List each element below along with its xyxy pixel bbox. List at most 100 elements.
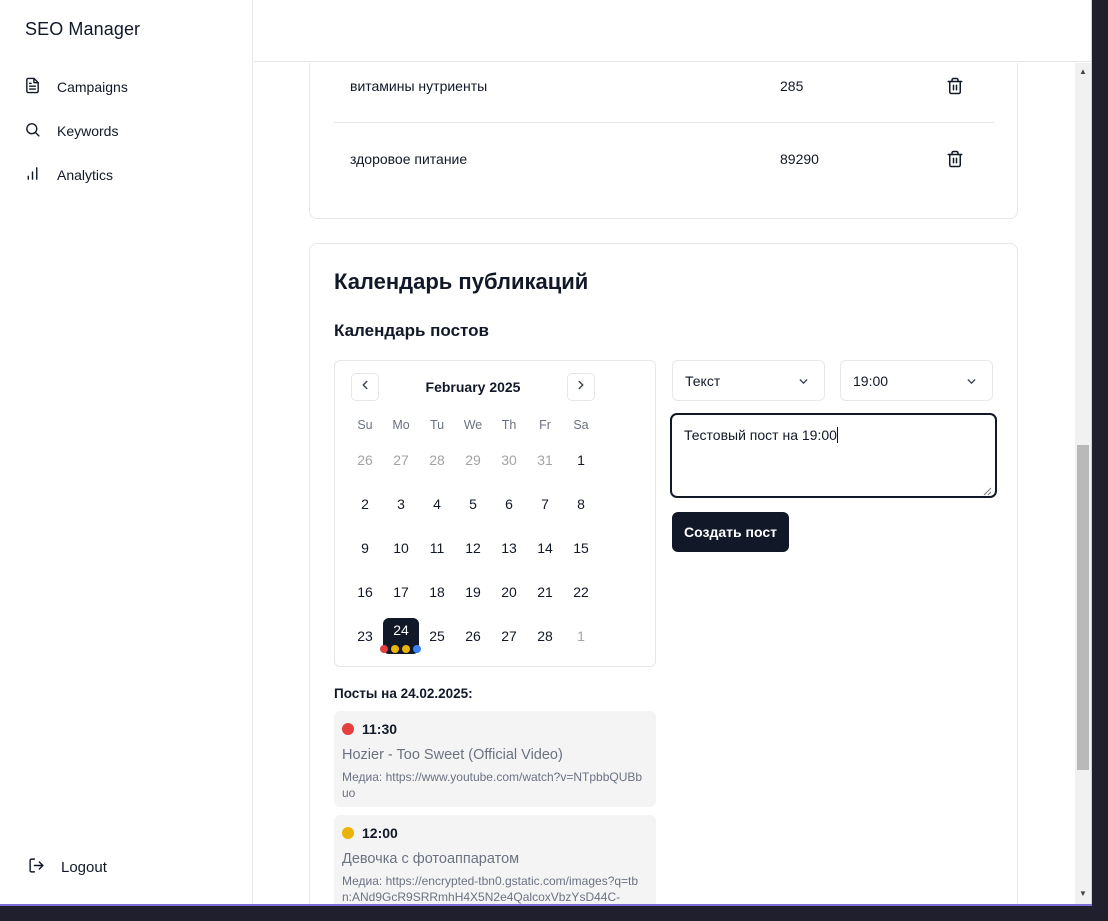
logout-icon xyxy=(28,857,45,878)
weekday-label: Tu xyxy=(429,418,445,432)
logout-button[interactable]: Logout xyxy=(28,857,107,878)
weekday-label: Fr xyxy=(539,418,551,432)
trash-icon[interactable] xyxy=(946,150,964,168)
calendar-day[interactable]: 17 xyxy=(383,574,419,610)
sidebar-item-label: Campaigns xyxy=(57,79,128,95)
post-item[interactable]: 12:00 Девочка с фотоаппаратом Медиа: htt… xyxy=(334,815,656,904)
brand-title: SEO Manager xyxy=(25,19,141,39)
calendar-day[interactable]: 6 xyxy=(491,486,527,522)
post-media: Медиа: https://www.youtube.com/watch?v=N… xyxy=(342,770,643,800)
post-indicator-dot xyxy=(402,645,410,653)
calendar-day[interactable]: 21 xyxy=(527,574,563,610)
create-post-button[interactable]: Создать пост xyxy=(672,512,789,552)
chevron-right-icon xyxy=(574,378,588,397)
sidebar: SEO Manager Campaigns Keywords Analytics… xyxy=(0,0,253,906)
weekday-label: Sa xyxy=(573,418,589,432)
table-row: здоровое питание 89290 xyxy=(334,123,994,195)
calendar-day[interactable]: 19 xyxy=(455,574,491,610)
weekday-label: We xyxy=(463,418,483,432)
post-indicator-dot xyxy=(380,645,388,653)
search-icon xyxy=(24,121,41,141)
weekday-label: Th xyxy=(501,418,517,432)
calendar-day[interactable]: 4 xyxy=(419,486,455,522)
calendar-day[interactable]: 31 xyxy=(527,442,563,478)
calendar-day[interactable]: 25 xyxy=(419,618,455,654)
sidebar-item-campaigns[interactable]: Campaigns xyxy=(24,75,128,99)
calendar-day[interactable]: 2 xyxy=(347,486,383,522)
scroll-down-icon[interactable]: ▼ xyxy=(1078,889,1088,899)
calendar-day[interactable]: 8 xyxy=(563,486,599,522)
post-title: Hozier - Too Sweet (Official Video) xyxy=(342,747,563,763)
keyword-cell: здоровое питание xyxy=(350,151,468,167)
section-title: Календарь публикаций xyxy=(334,269,589,294)
calendar-day[interactable]: 29 xyxy=(455,442,491,478)
keywords-card: витамины нутриенты 285 здоровое питание … xyxy=(309,63,1018,219)
text-caret xyxy=(836,427,838,443)
calendar-day[interactable]: 10 xyxy=(383,530,419,566)
section-subtitle: Календарь постов xyxy=(334,321,489,340)
weekday-label: Su xyxy=(357,418,373,432)
calendar-day[interactable]: 3 xyxy=(383,486,419,522)
post-color-dot xyxy=(342,827,354,839)
publication-calendar-card: Календарь публикаций Календарь постов Fe… xyxy=(309,243,1018,904)
post-time: 12:00 xyxy=(362,825,398,841)
post-media: Медиа: https://encrypted-tbn0.gstatic.co… xyxy=(342,874,639,904)
sidebar-item-label: Analytics xyxy=(57,167,114,183)
sidebar-item-analytics[interactable]: Analytics xyxy=(24,163,113,187)
document-icon xyxy=(24,77,41,97)
day-post-dots xyxy=(380,645,421,653)
desktop-background xyxy=(1092,0,1108,921)
trash-icon[interactable] xyxy=(946,77,964,95)
post-type-value: Текст xyxy=(685,372,721,389)
calendar-day[interactable]: 11 xyxy=(419,530,455,566)
post-text-area[interactable]: Тестовый пост на 19:00 xyxy=(670,413,997,498)
post-time-row: 12:00 xyxy=(342,825,648,841)
calendar-day[interactable]: 27 xyxy=(491,618,527,654)
sidebar-item-keywords[interactable]: Keywords xyxy=(24,119,118,143)
post-time-row: 11:30 xyxy=(342,721,648,737)
calendar-day[interactable]: 26 xyxy=(347,442,383,478)
calendar-day[interactable]: 16 xyxy=(347,574,383,610)
main-content: витамины нутриенты 285 здоровое питание … xyxy=(254,63,1076,904)
calendar-day[interactable]: 27 xyxy=(383,442,419,478)
calendar-day[interactable]: 14 xyxy=(527,530,563,566)
next-month-button[interactable] xyxy=(567,373,595,401)
calendar-day[interactable]: 30 xyxy=(491,442,527,478)
post-title: Девочка с фотоаппаратом xyxy=(342,851,520,867)
keyword-cell: витамины нутриенты xyxy=(350,78,488,94)
post-type-select[interactable]: Текст xyxy=(672,360,825,401)
calendar-day[interactable]: 23 xyxy=(347,618,383,654)
calendar-day[interactable]: 1 xyxy=(563,442,599,478)
calendar-day[interactable]: 15 xyxy=(563,530,599,566)
calendar-day[interactable]: 7 xyxy=(527,486,563,522)
calendar-day[interactable]: 1 xyxy=(563,618,599,654)
scroll-up-icon[interactable]: ▲ xyxy=(1078,67,1088,77)
calendar-day[interactable]: 9 xyxy=(347,530,383,566)
table-row: витамины нутриенты 285 xyxy=(334,63,994,122)
post-color-dot xyxy=(342,723,354,735)
calendar-day[interactable]: 20 xyxy=(491,574,527,610)
post-time: 11:30 xyxy=(362,721,398,737)
resize-handle-icon[interactable] xyxy=(982,483,992,496)
calendar-day[interactable]: 28 xyxy=(419,442,455,478)
date-picker: February 2025 Su Mo Tu We Th Fr Sa 26 27 28 29 30 31… xyxy=(334,360,656,667)
post-time-select[interactable]: 19:00 xyxy=(840,360,993,401)
post-item[interactable]: 11:30 Hozier - Too Sweet (Official Video… xyxy=(334,711,656,807)
post-time-value: 19:00 xyxy=(853,372,889,389)
logout-label: Logout xyxy=(61,859,107,876)
sidebar-item-label: Keywords xyxy=(57,123,119,139)
calendar-day[interactable]: 12 xyxy=(455,530,491,566)
calendar-day[interactable]: 18 xyxy=(419,574,455,610)
calendar-day[interactable]: 5 xyxy=(455,486,491,522)
vertical-scrollbar[interactable]: ▲ ▼ xyxy=(1075,63,1091,904)
calendar-day[interactable]: 28 xyxy=(527,618,563,654)
calendar-day[interactable]: 13 xyxy=(491,530,527,566)
post-text-value: Тестовый пост на 19:00 xyxy=(684,427,837,443)
scroll-thumb[interactable] xyxy=(1077,445,1089,770)
weekday-label: Mo xyxy=(392,418,410,432)
post-indicator-dot xyxy=(391,645,399,653)
calendar-day[interactable]: 26 xyxy=(455,618,491,654)
posts-heading: Посты на 24.02.2025: xyxy=(334,686,473,701)
volume-cell: 285 xyxy=(780,78,804,94)
calendar-day[interactable]: 22 xyxy=(563,574,599,610)
